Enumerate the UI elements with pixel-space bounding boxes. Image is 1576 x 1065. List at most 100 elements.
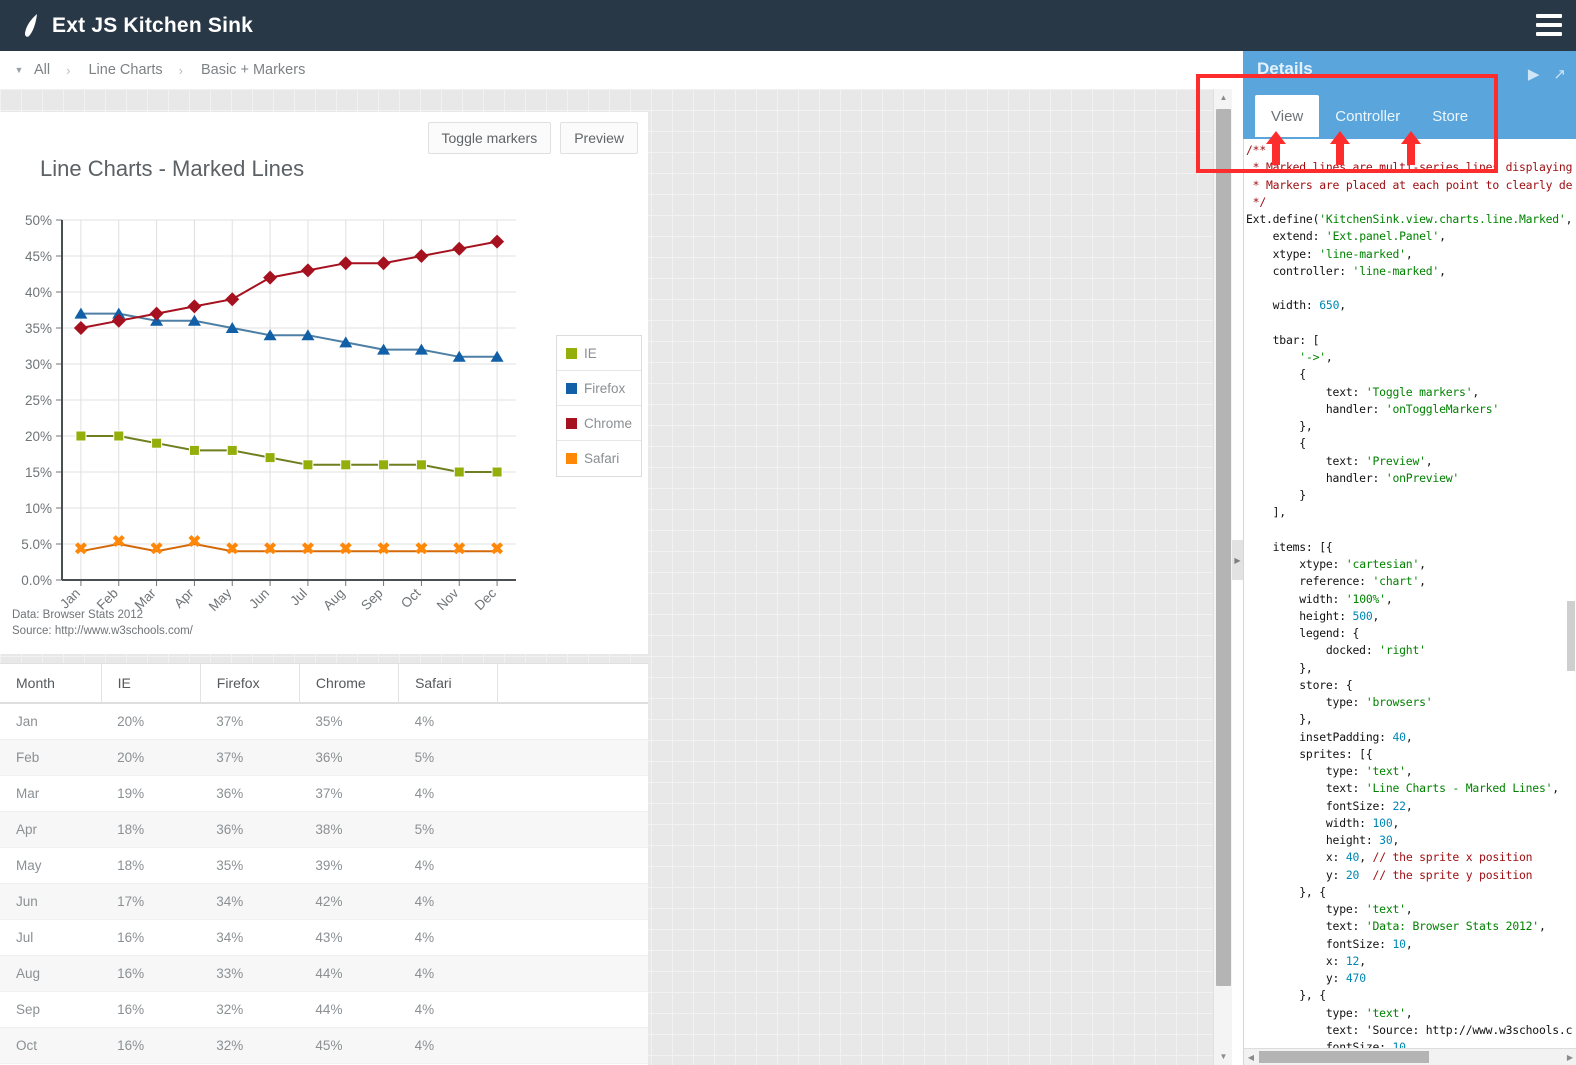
play-right-icon[interactable]: ▶: [1528, 65, 1540, 83]
table-row[interactable]: May 18% 35% 39% 4%: [0, 847, 648, 884]
hamburger-menu-icon[interactable]: [1536, 14, 1562, 36]
table-cell: 18%: [101, 847, 201, 884]
table-row[interactable]: Jan 20% 37% 35% 4%: [0, 703, 648, 740]
table-cell: [497, 811, 648, 848]
app-header: Ext JS Kitchen Sink: [0, 0, 1576, 51]
scroll-up-arrow-icon[interactable]: ▲: [1214, 89, 1233, 106]
table-cell: 20%: [101, 703, 201, 740]
table-cell: 4%: [398, 847, 498, 884]
column-header-month[interactable]: Month: [0, 664, 102, 704]
table-cell: Jun: [0, 883, 102, 920]
svg-text:45%: 45%: [25, 249, 52, 264]
svg-text:Nov: Nov: [434, 585, 462, 612]
column-header-safari[interactable]: Safari: [398, 664, 499, 704]
table-cell: Sep: [0, 991, 102, 1028]
table-cell: 36%: [299, 739, 399, 776]
svg-text:35%: 35%: [25, 321, 52, 336]
chart-annotation-source: Source: http://www.w3schools.com/: [12, 625, 193, 638]
svg-text:May: May: [206, 585, 235, 612]
breadcrumb: ▼ All › Line Charts › Basic + Markers: [0, 51, 1232, 89]
tab-view[interactable]: View: [1255, 95, 1320, 137]
table-cell: 34%: [200, 919, 300, 956]
table-cell: 45%: [299, 1027, 399, 1064]
table-cell: 34%: [200, 883, 300, 920]
column-header-ie[interactable]: IE: [101, 664, 201, 704]
svg-text:Jul: Jul: [287, 586, 310, 609]
table-cell: [497, 955, 648, 992]
tab-controller[interactable]: Controller: [1319, 95, 1416, 137]
table-cell: 17%: [101, 883, 201, 920]
data-grid-panel: Month IE Firefox Chrome Safari Jan 20% 37%…: [0, 663, 648, 1065]
table-cell: Oct: [0, 1027, 102, 1064]
legend-swatch-firefox: [566, 382, 577, 394]
tab-store[interactable]: Store: [1416, 95, 1484, 137]
table-row[interactable]: Feb 20% 37% 36% 5%: [0, 739, 648, 776]
details-header: Details ▶ ↗ View Controller Store: [1243, 51, 1576, 139]
table-cell: 5%: [398, 811, 498, 848]
table-row[interactable]: Jul 16% 34% 43% 4%: [0, 919, 648, 956]
table-cell: [497, 883, 648, 920]
legend-swatch-ie: [566, 347, 577, 359]
legend-item-chrome[interactable]: Chrome: [557, 406, 641, 441]
code-horizontal-scrollbar[interactable]: ◀ ▶: [1244, 1048, 1576, 1065]
svg-text:Sep: Sep: [358, 586, 386, 612]
breadcrumb-item-all[interactable]: All: [32, 62, 50, 78]
workspace-scrollbar[interactable]: ▲ ▼: [1213, 89, 1232, 1065]
svg-text:10%: 10%: [25, 501, 52, 516]
legend-item-safari[interactable]: Safari: [557, 441, 641, 476]
svg-text:Oct: Oct: [398, 585, 424, 611]
table-cell: 33%: [200, 955, 300, 992]
table-cell: 37%: [299, 775, 399, 812]
svg-text:40%: 40%: [25, 285, 52, 300]
panel-collapse-handle[interactable]: ▶: [1232, 540, 1243, 580]
code-vertical-scrollbar-thumb[interactable]: [1567, 601, 1575, 671]
column-header-filler: [497, 664, 648, 704]
table-cell: 36%: [200, 811, 300, 848]
details-tabs: View Controller Store: [1255, 95, 1484, 137]
table-cell: 42%: [299, 883, 399, 920]
breadcrumb-separator: ›: [66, 62, 71, 78]
table-cell: 16%: [101, 955, 201, 992]
chart-panel: Toggle markers Preview Line Charts - Mar…: [0, 112, 648, 654]
line-chart-plot[interactable]: 0.0%5.0%10%15%20%25%30%35%40%45%50%Jan Fe…: [0, 112, 648, 612]
table-cell: 35%: [200, 847, 300, 884]
scroll-down-arrow-icon[interactable]: ▼: [1214, 1048, 1233, 1065]
table-cell: Feb: [0, 739, 102, 776]
breadcrumb-item-line-charts[interactable]: Line Charts: [86, 62, 162, 78]
table-cell: 32%: [200, 1027, 300, 1064]
table-cell: 37%: [200, 739, 300, 776]
table-cell: 5%: [398, 739, 498, 776]
details-title: Details: [1257, 59, 1313, 78]
svg-text:Jun: Jun: [246, 586, 272, 612]
breadcrumb-item-basic-markers[interactable]: Basic + Markers: [199, 62, 305, 78]
table-row[interactable]: Mar 19% 36% 37% 4%: [0, 775, 648, 812]
table-row[interactable]: Sep 16% 32% 44% 4%: [0, 991, 648, 1028]
legend-item-ie[interactable]: IE: [557, 336, 641, 371]
legend-item-firefox[interactable]: Firefox: [557, 371, 641, 406]
table-row[interactable]: Jun 17% 34% 42% 4%: [0, 883, 648, 920]
table-row[interactable]: Aug 16% 33% 44% 4%: [0, 955, 648, 992]
code-viewer[interactable]: /** * Marked lines are multi-series line…: [1243, 139, 1576, 1065]
table-row[interactable]: Apr 18% 36% 38% 5%: [0, 811, 648, 848]
scroll-left-arrow-icon[interactable]: ◀: [1244, 1049, 1258, 1065]
column-header-firefox[interactable]: Firefox: [200, 664, 300, 704]
caret-down-icon[interactable]: ▼: [6, 65, 32, 75]
table-cell: 4%: [398, 955, 498, 992]
code-hscrollbar-thumb[interactable]: [1259, 1051, 1429, 1063]
legend-swatch-chrome: [566, 417, 577, 429]
scroll-right-arrow-icon[interactable]: ▶: [1563, 1049, 1576, 1065]
expand-diagonal-icon[interactable]: ↗: [1553, 65, 1566, 83]
table-cell: 36%: [200, 775, 300, 812]
table-cell: Aug: [0, 955, 102, 992]
table-cell: 35%: [299, 703, 399, 740]
table-cell: 20%: [101, 739, 201, 776]
column-header-chrome[interactable]: Chrome: [299, 664, 400, 704]
table-cell: 4%: [398, 703, 498, 740]
table-cell: Jan: [0, 703, 102, 740]
scrollbar-thumb[interactable]: [1216, 109, 1231, 986]
table-row[interactable]: Oct 16% 32% 45% 4%: [0, 1027, 648, 1064]
legend-label-ie: IE: [584, 345, 597, 361]
table-cell: [497, 775, 648, 812]
table-cell: [497, 739, 648, 776]
chart-legend: IE Firefox Chrome Safari: [556, 335, 642, 477]
